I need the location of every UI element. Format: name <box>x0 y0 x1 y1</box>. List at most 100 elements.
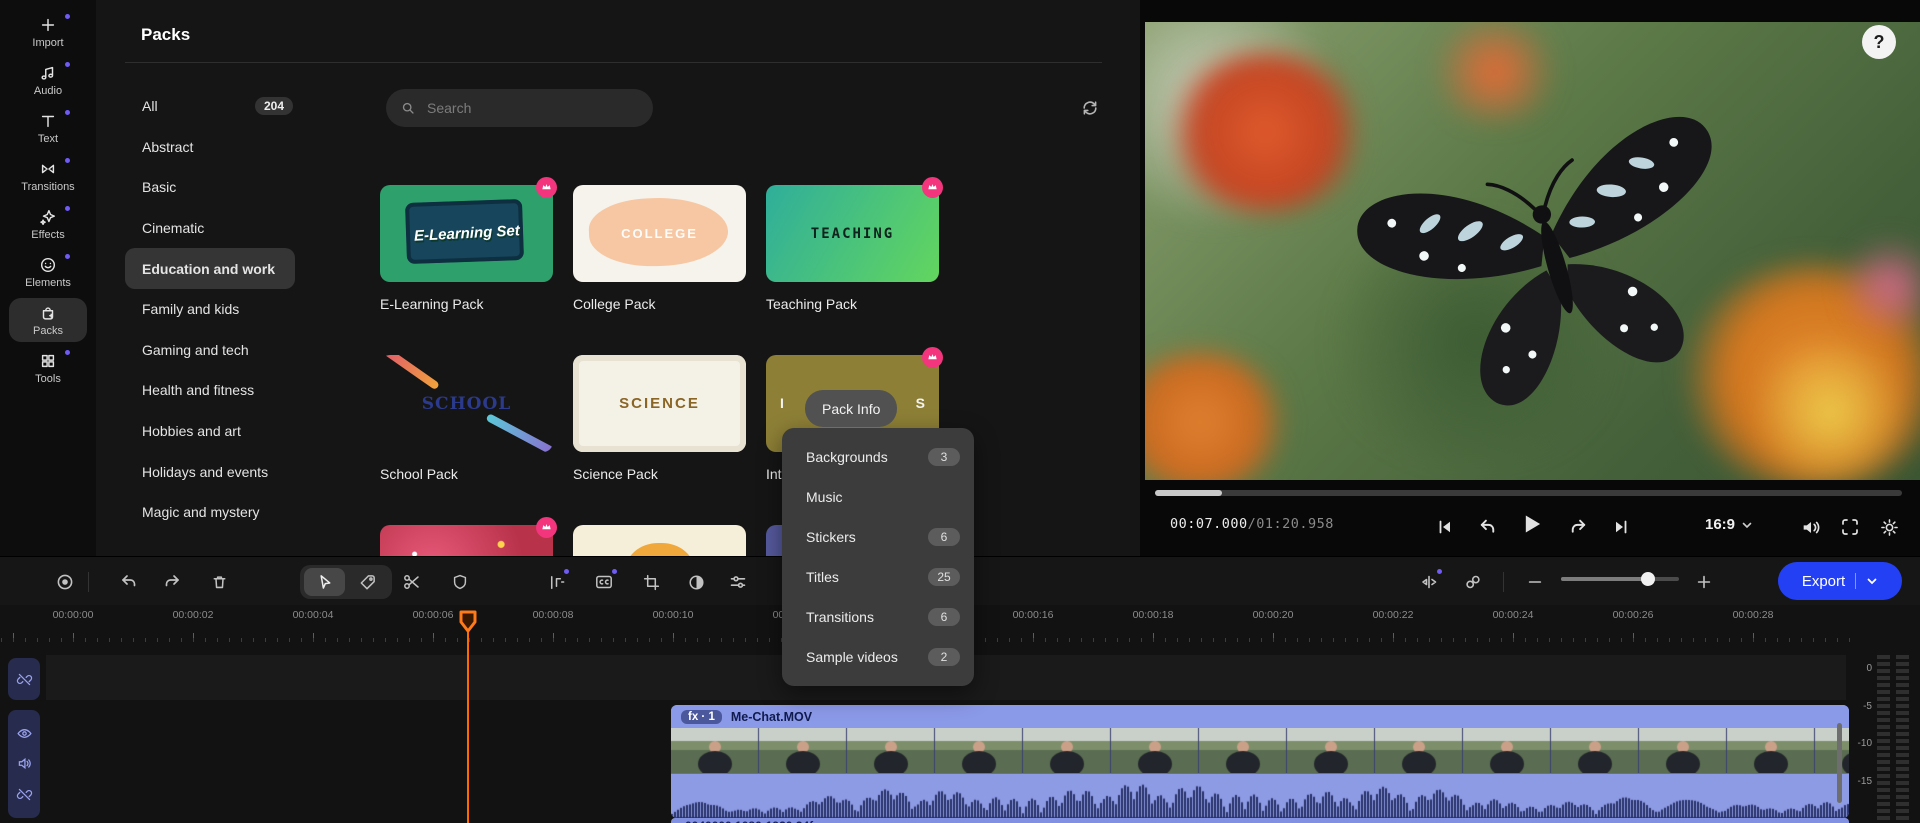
video-clip[interactable]: fx · 1 Me-Chat.MOV <box>671 705 1849 818</box>
category-item[interactable]: Basic <box>125 167 325 208</box>
pack-card[interactable]: E-Learning Set E-Learning Pack <box>380 185 553 335</box>
zoom-in-icon[interactable] <box>1691 569 1717 595</box>
category-item[interactable]: Holidays and events <box>125 451 325 492</box>
menu-item-label: Sample videos <box>806 649 898 665</box>
nav-item-transitions[interactable]: Transitions <box>9 154 87 198</box>
skip-end-icon[interactable] <box>1608 514 1634 540</box>
record-icon[interactable] <box>52 569 78 595</box>
speaker-icon[interactable] <box>16 755 33 772</box>
link-off-icon[interactable] <box>16 786 33 803</box>
pack-info-menu-item[interactable]: Stickers 6 <box>782 517 974 557</box>
ruler-label: 00:00:22 <box>1358 609 1428 621</box>
pack-card[interactable]: SCHOOL School Pack <box>380 355 553 505</box>
nav-item-effects[interactable]: Effects <box>9 202 87 246</box>
pack-info-menu-item[interactable]: Music <box>782 477 974 517</box>
menu-item-label: Transitions <box>806 609 874 625</box>
tag-tool-icon[interactable] <box>354 569 380 595</box>
nav-item-text[interactable]: Text <box>9 106 87 150</box>
fullscreen-icon[interactable] <box>1837 514 1863 540</box>
playhead-marker[interactable] <box>458 610 478 634</box>
thumb-text: TEACHING <box>811 226 894 242</box>
pack-card[interactable]: COLLEGE College Pack <box>573 185 746 335</box>
menu-item-label: Music <box>806 489 843 505</box>
slider-knob[interactable] <box>1641 572 1655 586</box>
volume-icon[interactable] <box>1797 514 1823 540</box>
trash-icon[interactable] <box>206 569 232 595</box>
pack-info-menu-item[interactable]: Titles 25 <box>782 557 974 597</box>
captions-cc-icon[interactable] <box>591 569 617 595</box>
ruler-label: 00:00:28 <box>1718 609 1788 621</box>
page-title: Packs <box>141 25 190 45</box>
nav-item-audio[interactable]: Audio <box>9 58 87 102</box>
packs-icon <box>39 304 57 322</box>
pack-card[interactable] <box>573 525 746 556</box>
refresh-icon[interactable] <box>1080 98 1100 118</box>
pack-card[interactable]: TEACHING Teaching Pack <box>766 185 939 335</box>
clipped-bottom-clip[interactable]: 0040000 1080-1920 24f <box>671 818 1849 823</box>
seek-back-icon[interactable] <box>1474 514 1500 540</box>
category-item[interactable]: All 204 <box>125 86 325 127</box>
nav-item-import[interactable]: Import <box>9 10 87 54</box>
video-preview[interactable] <box>1145 22 1920 480</box>
link-off-icon[interactable] <box>16 671 33 688</box>
pack-info-menu-item[interactable]: Backgrounds 3 <box>782 437 974 477</box>
category-item[interactable]: Gaming and tech <box>125 330 325 371</box>
clip-info-text: 0040000 1080-1920 24f <box>685 819 813 823</box>
pack-card[interactable]: SCIENCE Science Pack <box>573 355 746 505</box>
notification-dot <box>65 110 70 115</box>
ruler-label: 00:00:02 <box>158 609 228 621</box>
nav-item-tools[interactable]: Tools <box>9 346 87 390</box>
pack-card[interactable] <box>380 525 553 556</box>
filters-icon[interactable] <box>725 569 751 595</box>
timeline-zoom-slider[interactable] <box>1561 577 1679 581</box>
split-scissors-icon[interactable] <box>399 569 425 595</box>
preview-progress-bar[interactable] <box>1155 490 1902 496</box>
help-button[interactable]: ? <box>1862 25 1896 59</box>
mute-tracks-icon[interactable] <box>1416 569 1442 595</box>
search-bar[interactable] <box>386 89 653 127</box>
aspect-ratio-selector[interactable]: 16:9 <box>1705 516 1753 533</box>
category-item[interactable]: Magic and mystery <box>125 492 325 533</box>
link-clips-icon[interactable] <box>1460 569 1486 595</box>
category-item[interactable]: Cinematic <box>125 208 325 249</box>
category-item[interactable]: Abstract <box>125 127 325 168</box>
nav-item-packs[interactable]: Packs <box>9 298 87 342</box>
export-label: Export <box>1802 573 1845 590</box>
pack-info-menu-item[interactable]: Sample videos 2 <box>782 637 974 677</box>
play-icon[interactable] <box>1518 511 1544 537</box>
meter-column <box>1877 655 1890 823</box>
eye-icon[interactable] <box>16 725 33 742</box>
audio-level-meter: 0-5-10-15 <box>1845 655 1920 823</box>
pack-info-menu-item[interactable]: Transitions 6 <box>782 597 974 637</box>
redo-icon[interactable] <box>159 569 185 595</box>
skip-start-icon[interactable] <box>1432 514 1458 540</box>
ruler-label: 00:00:18 <box>1118 609 1188 621</box>
left-nav: Import Audio Text <box>0 0 96 556</box>
zoom-out-icon[interactable] <box>1522 569 1548 595</box>
pack-info-menu: Backgrounds 3 Music Stickers 6 Titles 25… <box>782 428 974 686</box>
meter-label: 0 <box>1846 663 1872 674</box>
category-item[interactable]: Education and work <box>125 248 295 289</box>
select-tool-icon[interactable] <box>311 569 337 595</box>
premium-crown-icon <box>536 177 557 198</box>
seek-forward-icon[interactable] <box>1565 514 1591 540</box>
search-input[interactable] <box>425 99 629 117</box>
ruler-label: 00:00:20 <box>1238 609 1308 621</box>
adjust-icon[interactable] <box>683 569 709 595</box>
progress-fill <box>1155 490 1222 496</box>
mask-shield-icon[interactable] <box>447 569 473 595</box>
export-button[interactable]: Export <box>1778 562 1902 600</box>
category-item[interactable]: Hobbies and art <box>125 411 325 452</box>
crop-icon[interactable] <box>638 569 664 595</box>
audio-levels-icon[interactable] <box>543 569 569 595</box>
category-item[interactable]: Health and fitness <box>125 370 325 411</box>
notification-dot <box>564 569 569 574</box>
settings-gear-icon[interactable] <box>1876 514 1902 540</box>
text-icon <box>39 112 57 130</box>
category-item[interactable]: Family and kids <box>125 289 325 330</box>
nav-item-elements[interactable]: Elements <box>9 250 87 294</box>
vertical-scrollbar[interactable] <box>1837 723 1842 803</box>
undo-icon[interactable] <box>116 569 142 595</box>
notification-dot <box>65 350 70 355</box>
track-header-main <box>8 710 40 818</box>
